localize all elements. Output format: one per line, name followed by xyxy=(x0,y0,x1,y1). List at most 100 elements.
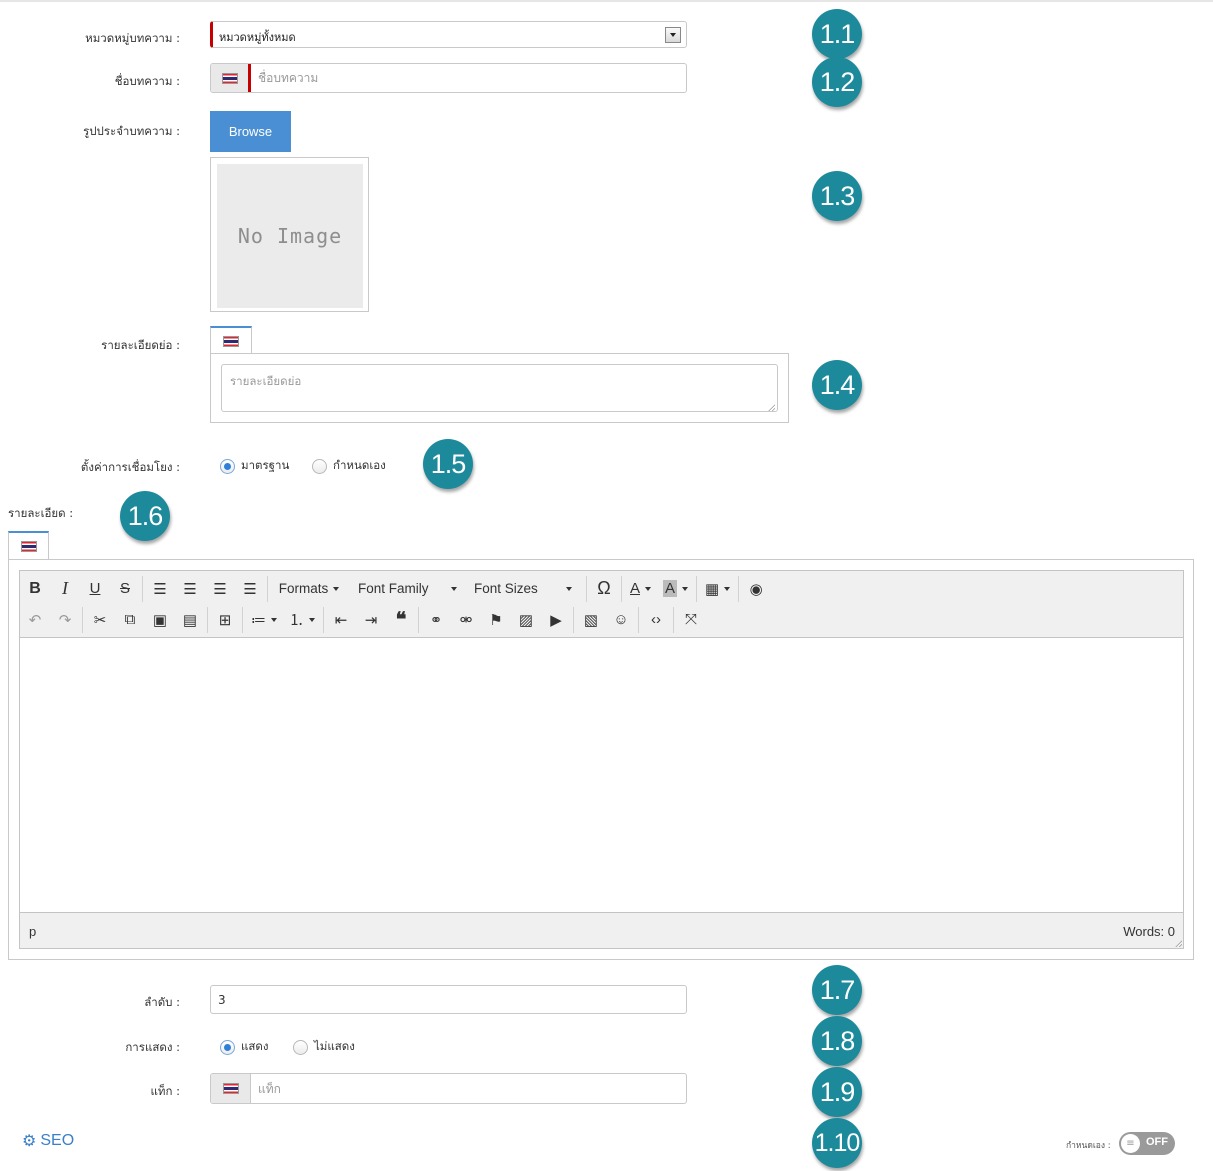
custom-toggle-switch[interactable]: ≡ OFF xyxy=(1119,1132,1175,1155)
link-custom-radio[interactable]: กำหนดเอง xyxy=(312,457,386,475)
toolbar-separator xyxy=(82,606,83,633)
toolbar-separator xyxy=(738,575,740,602)
editor-word-count: Words: 0 xyxy=(1123,924,1175,939)
link-setting-label: ตั้งค่าการเชื่อมโยง : xyxy=(80,460,180,474)
font-family-label: Font Family xyxy=(358,581,429,596)
numbered-list-icon[interactable]: ⒈ xyxy=(283,607,321,633)
summary-textarea[interactable]: รายละเอียดย่อ xyxy=(221,364,778,412)
paste-icon[interactable]: ▣ xyxy=(145,607,175,633)
detail-language-tab[interactable] xyxy=(8,531,49,559)
link-icon[interactable]: ⚭ xyxy=(421,607,451,633)
bullet-list-icon[interactable]: ≔ xyxy=(245,607,283,633)
toolbar-separator xyxy=(586,575,587,602)
chevron-down-icon xyxy=(333,586,340,591)
order-input-group xyxy=(210,985,687,1014)
emoticons-icon[interactable]: ☺ xyxy=(606,607,636,633)
image-icon[interactable]: ▨ xyxy=(511,607,541,633)
toolbar-separator xyxy=(267,575,268,602)
order-input[interactable] xyxy=(211,986,686,1013)
italic-icon[interactable]: I xyxy=(50,576,80,602)
radio-checked-icon[interactable] xyxy=(220,1039,235,1055)
display-show-radio[interactable]: แสดง xyxy=(220,1038,269,1056)
radio-checked-icon[interactable] xyxy=(220,458,235,474)
language-addon xyxy=(211,64,251,92)
toolbar-separator xyxy=(207,606,208,633)
gear-icon: ⚙ xyxy=(22,1133,37,1150)
font-sizes-dropdown[interactable]: Font Sizes xyxy=(464,576,584,602)
anchor-bookmark-icon[interactable]: ⚑ xyxy=(481,607,511,633)
annotation-badge: 1.1 xyxy=(812,9,862,59)
chevron-down-icon xyxy=(565,586,572,591)
thai-flag-icon xyxy=(20,540,37,552)
summary-language-tab[interactable] xyxy=(210,326,252,354)
link-standard-radio[interactable]: มาตรฐาน xyxy=(220,457,289,475)
source-code-icon[interactable]: ‹› xyxy=(641,607,671,633)
bold-icon[interactable]: B xyxy=(20,576,50,602)
formats-label: Formats xyxy=(278,581,329,596)
unlink-icon[interactable]: ⚮ xyxy=(451,607,481,633)
tags-label: แท็ก : xyxy=(150,1084,181,1098)
annotation-badge: 1.4 xyxy=(812,360,862,410)
blockquote-icon[interactable]: ❝ xyxy=(386,607,416,633)
outdent-icon[interactable]: ⇤ xyxy=(326,607,356,633)
image-manager-icon[interactable]: ▧ xyxy=(576,607,606,633)
display-label: การแสดง : xyxy=(125,1040,180,1054)
display-hide-radio[interactable]: ไม่แสดง xyxy=(293,1038,355,1056)
tags-input[interactable] xyxy=(251,1074,686,1103)
chevron-down-icon[interactable] xyxy=(665,27,681,43)
radio-unchecked-icon[interactable] xyxy=(312,458,327,474)
redo-icon[interactable]: ↷ xyxy=(50,607,80,633)
strikethrough-icon[interactable]: S xyxy=(110,576,140,602)
radio-unchecked-icon[interactable] xyxy=(293,1039,308,1055)
toolbar-separator xyxy=(696,575,698,602)
media-icon[interactable]: ▶ xyxy=(541,607,571,633)
text-color-icon[interactable]: A xyxy=(624,576,657,602)
align-center-icon[interactable]: ☰ xyxy=(175,576,205,602)
seo-link[interactable]: ⚙ SEO xyxy=(22,1131,74,1151)
align-justify-icon[interactable]: ☰ xyxy=(235,576,265,602)
editor-resize-grip-icon[interactable] xyxy=(1175,940,1182,947)
paste-text-icon[interactable]: ▤ xyxy=(175,607,205,633)
toolbar-separator xyxy=(573,606,575,633)
find-replace-icon[interactable]: ⊞ xyxy=(210,607,240,633)
title-label: ชื่อบทความ : xyxy=(114,74,180,88)
preview-eye-icon[interactable]: ◉ xyxy=(741,576,771,602)
editor-content-area[interactable] xyxy=(20,637,1183,913)
display-hide-label: ไม่แสดง xyxy=(314,1039,355,1053)
tags-input-group xyxy=(210,1073,687,1104)
cut-icon[interactable]: ✂ xyxy=(85,607,115,633)
language-addon xyxy=(211,1074,251,1103)
table-icon[interactable]: ▦ xyxy=(699,576,736,602)
thai-flag-icon xyxy=(222,1083,239,1094)
editor-element-path[interactable]: p xyxy=(29,924,36,939)
top-divider xyxy=(0,0,1213,2)
special-character-icon[interactable]: Ω xyxy=(589,576,619,602)
order-label: ลำดับ : xyxy=(144,995,180,1009)
toolbar-separator xyxy=(673,606,675,633)
chevron-down-icon xyxy=(271,617,277,622)
toggle-state: OFF xyxy=(1146,1136,1168,1148)
underline-icon[interactable]: U xyxy=(80,576,110,602)
fullscreen-icon[interactable]: ⤧ xyxy=(676,607,706,633)
browse-button[interactable]: Browse xyxy=(210,111,291,152)
font-family-dropdown[interactable]: Font Family xyxy=(348,576,464,602)
summary-panel: รายละเอียดย่อ xyxy=(210,353,789,423)
rich-text-editor: B I U S ☰ ☰ ☰ ☰ Formats Font Family Font… xyxy=(19,570,1184,949)
resize-grip-icon[interactable] xyxy=(768,404,775,411)
indent-icon[interactable]: ⇥ xyxy=(356,607,386,633)
formats-dropdown[interactable]: Formats xyxy=(270,576,348,602)
chevron-down-icon xyxy=(309,617,316,622)
display-show-label: แสดง xyxy=(241,1039,269,1053)
align-left-icon[interactable]: ☰ xyxy=(145,576,175,602)
image-preview: No Image xyxy=(210,157,369,312)
annotation-badge: 1.8 xyxy=(812,1016,862,1066)
background-color-icon[interactable]: A xyxy=(657,576,694,602)
annotation-badge: 1.5 xyxy=(423,439,473,489)
undo-icon[interactable]: ↶ xyxy=(20,607,50,633)
category-select[interactable]: หมวดหมู่ทั้งหมด xyxy=(210,21,687,48)
align-right-icon[interactable]: ☰ xyxy=(205,576,235,602)
detail-label: รายละเอียด : xyxy=(8,506,74,520)
toolbar-separator xyxy=(242,606,243,633)
copy-icon[interactable]: ⧉ xyxy=(115,607,145,633)
title-input[interactable] xyxy=(251,64,686,92)
